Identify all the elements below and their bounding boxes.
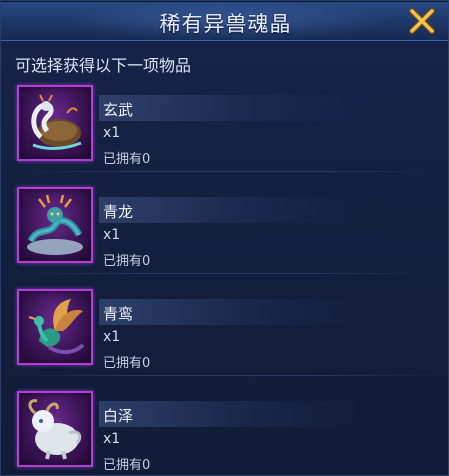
divider — [17, 171, 437, 172]
close-x-icon — [409, 8, 435, 34]
list-item[interactable]: 白泽 x1 已拥有0 — [17, 387, 437, 473]
name-highlight — [99, 197, 359, 223]
qingluan-bird-icon — [28, 299, 85, 354]
name-highlight — [99, 299, 359, 325]
item-name: 青鸾 — [103, 305, 134, 323]
item-thumbnail — [17, 289, 93, 365]
item-owned-count: 已拥有0 — [103, 254, 151, 269]
list-item[interactable]: 青龙 x1 已拥有0 — [17, 183, 437, 274]
name-highlight — [99, 401, 359, 427]
close-button[interactable] — [406, 5, 438, 37]
item-quantity: x1 — [103, 227, 121, 243]
reward-dialog: 稀有异兽魂晶 可选择获得以下一项物品 玄武 x1 已拥有0 青龙 x1 已拥有0… — [0, 0, 449, 476]
item-owned-count: 已拥有0 — [103, 458, 151, 473]
item-quantity: x1 — [103, 329, 121, 345]
item-thumbnail — [17, 187, 93, 263]
baize-beast-icon — [28, 399, 82, 460]
item-name: 青龙 — [103, 203, 134, 221]
list-item[interactable]: 青鸾 x1 已拥有0 — [17, 285, 437, 376]
divider — [17, 273, 437, 274]
item-name: 玄武 — [103, 101, 134, 119]
list-item[interactable]: 玄武 x1 已拥有0 — [17, 81, 437, 172]
item-thumbnail — [17, 391, 93, 467]
xuanwu-beast-icon — [31, 94, 82, 150]
item-thumbnail — [17, 85, 93, 161]
dialog-title: 稀有异兽魂晶 — [159, 12, 292, 36]
name-highlight — [99, 95, 359, 121]
qinglong-dragon-icon — [27, 194, 83, 255]
item-quantity: x1 — [103, 125, 121, 141]
selection-instruction: 可选择获得以下一项物品 — [15, 56, 192, 75]
item-owned-count: 已拥有0 — [103, 152, 151, 167]
item-quantity: x1 — [103, 431, 121, 447]
item-name: 白泽 — [103, 407, 134, 425]
title-bar: 稀有异兽魂晶 — [1, 1, 448, 41]
item-owned-count: 已拥有0 — [103, 356, 151, 371]
divider — [17, 375, 437, 376]
